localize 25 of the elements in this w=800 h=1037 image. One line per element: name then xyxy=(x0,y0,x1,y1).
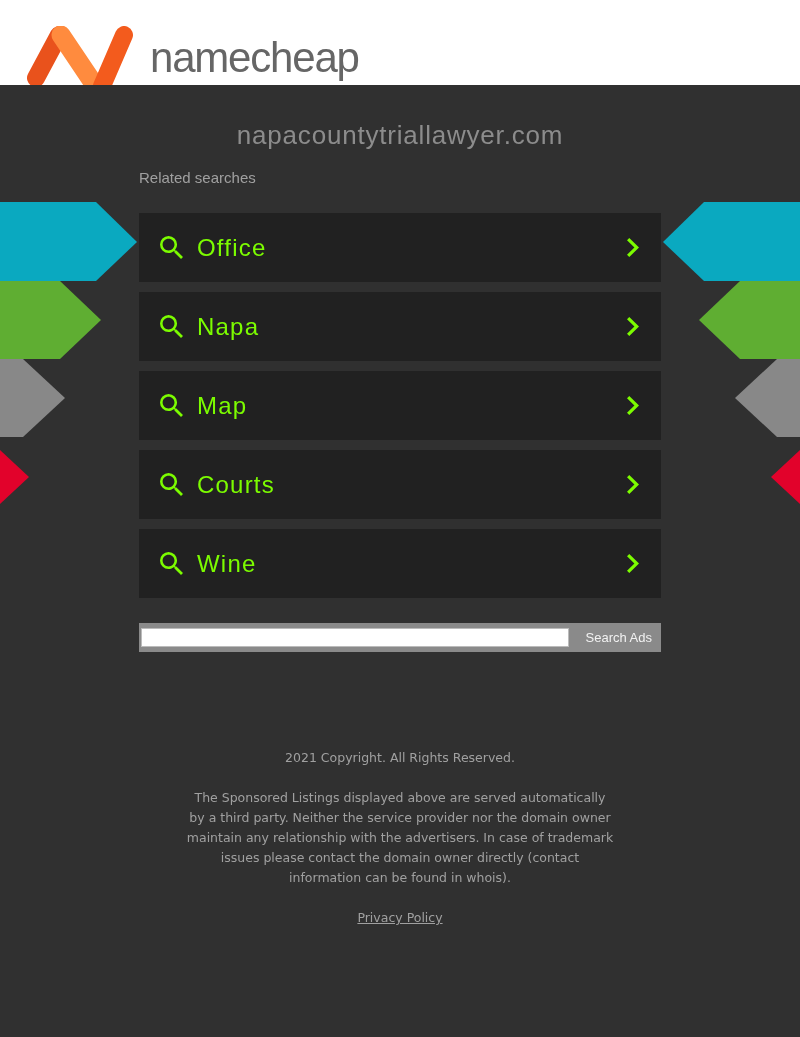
privacy-policy-link[interactable]: Privacy Policy xyxy=(357,910,443,925)
related-search-link[interactable]: Wine xyxy=(139,529,661,598)
related-search-link[interactable]: Map xyxy=(139,371,661,440)
chevron-right-icon xyxy=(627,396,639,415)
search-icon xyxy=(160,394,183,417)
search-icon xyxy=(160,315,183,338)
search-icon xyxy=(160,552,183,575)
copyright-text: 2021 Copyright. All Rights Reserved. xyxy=(285,749,515,767)
search-field[interactable] xyxy=(141,628,569,647)
related-search-link[interactable]: Napa xyxy=(139,292,661,361)
chevron-right-icon xyxy=(627,238,639,257)
arrow-banner xyxy=(771,450,800,504)
related-searches-heading: Related searches xyxy=(139,168,256,188)
chevron-right-icon xyxy=(627,317,639,336)
logo-wordmark: namecheap xyxy=(150,37,359,79)
disclaimer-text: The Sponsored Listings displayed above are served automatically by a third party. Neither the service provider nor the domain owner maintain any relationship with the advertisers. In case of trademark issues please contact the domain owner directly (contact information can be found in whois). xyxy=(185,789,615,887)
related-search-link[interactable]: Office xyxy=(139,213,661,282)
search-icon xyxy=(160,236,183,259)
ribbon-logo-icon xyxy=(26,26,134,85)
chevron-right-icon xyxy=(627,554,639,573)
arrow-banner xyxy=(0,450,29,504)
domain-title: napacountytriallawyer.com xyxy=(235,120,565,150)
chevron-right-icon xyxy=(627,475,639,494)
related-search-link[interactable]: Courts xyxy=(139,450,661,519)
search-icon xyxy=(160,473,183,496)
